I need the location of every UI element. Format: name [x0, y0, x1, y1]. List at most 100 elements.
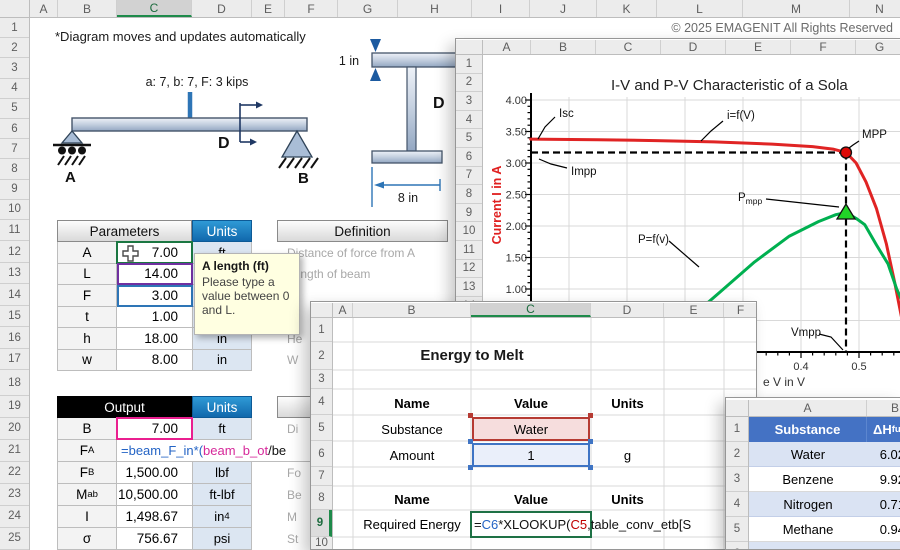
solar-column-headers[interactable]: ABCDEFG — [483, 40, 900, 55]
header-cell[interactable]: N — [850, 0, 900, 17]
header-cell[interactable]: 13 — [0, 263, 29, 285]
header-cell[interactable]: G — [338, 0, 398, 17]
header-cell[interactable]: 25 — [0, 528, 29, 550]
header-cell[interactable]: B — [58, 0, 117, 17]
amount-value-cell[interactable]: 1 — [472, 443, 590, 467]
header-cell[interactable]: 19 — [0, 396, 29, 418]
substance-row-headers[interactable]: 123456 — [726, 417, 749, 549]
solar-select-all-corner[interactable] — [456, 40, 483, 55]
header-cell[interactable]: 11 — [456, 241, 482, 260]
header-cell[interactable]: 9 — [311, 510, 332, 537]
substance-value[interactable]: 9.92 — [867, 467, 900, 492]
header-cell[interactable]: 6 — [726, 542, 748, 549]
header-cell[interactable]: F — [285, 0, 338, 17]
solar-row-headers[interactable]: 1234567891011121314 — [456, 55, 483, 317]
selection-handle[interactable] — [588, 413, 593, 418]
header-cell[interactable]: 8 — [456, 185, 482, 204]
header-cell[interactable]: 7 — [456, 167, 482, 186]
header-cell[interactable]: 4 — [0, 79, 29, 99]
header-cell[interactable]: M — [743, 0, 850, 17]
selection-handle[interactable] — [468, 439, 473, 444]
header-cell[interactable]: 24 — [0, 506, 29, 528]
energy-select-all-corner[interactable] — [311, 303, 333, 318]
header-cell[interactable]: 22 — [0, 462, 29, 484]
header-cell[interactable]: 5 — [726, 517, 748, 542]
header-cell[interactable]: 11 — [0, 220, 29, 242]
energy-column-headers[interactable]: ABCDEF — [333, 303, 756, 318]
header-cell[interactable]: 12 — [0, 241, 29, 263]
header-cell[interactable]: 1 — [0, 18, 29, 39]
beam-diagram[interactable]: a: 7, b: 7, F: 3 kips A B D 1 in D 8 in — [50, 35, 462, 215]
header-cell[interactable]: 3 — [0, 58, 29, 79]
header-cell[interactable]: 1 — [311, 318, 332, 342]
header-cell[interactable]: 2 — [0, 38, 29, 59]
header-cell[interactable]: 18 — [0, 370, 29, 396]
header-cell[interactable]: 2 — [311, 342, 332, 370]
header-cell[interactable]: 9 — [0, 180, 29, 200]
header-cell[interactable]: 6 — [456, 148, 482, 167]
header-cell[interactable]: 6 — [311, 441, 332, 467]
substance-value[interactable]: 0.71 — [867, 492, 900, 517]
header-cell[interactable]: A — [483, 40, 531, 54]
header-cell[interactable]: 4 — [311, 389, 332, 415]
header-cell[interactable]: G — [856, 40, 900, 54]
header-cell[interactable]: 7 — [311, 467, 332, 486]
header-cell[interactable]: 1 — [726, 417, 748, 442]
substance-value[interactable]: 6.02 — [867, 442, 900, 467]
header-cell[interactable]: 8 — [311, 486, 332, 510]
header-cell[interactable]: 6 — [0, 119, 29, 140]
header-cell[interactable]: 16 — [0, 327, 29, 349]
param-value-input[interactable]: 8.00 — [117, 349, 192, 371]
header-cell[interactable]: 5 — [311, 415, 332, 441]
header-cell[interactable]: 4 — [456, 111, 482, 130]
param-value-input[interactable]: 3.00 — [117, 285, 192, 307]
header-cell[interactable]: D — [192, 0, 252, 17]
header-cell[interactable]: 7 — [0, 139, 29, 160]
header-cell[interactable]: 5 — [456, 129, 482, 148]
substance-name[interactable]: Methane — [749, 517, 867, 542]
header-cell[interactable]: 3 — [456, 92, 482, 111]
header-cell[interactable]: 9 — [456, 204, 482, 223]
main-column-headers[interactable]: ABCDEFGHIJKLMN — [30, 0, 900, 18]
header-cell[interactable]: 10 — [0, 200, 29, 220]
header-cell[interactable]: 3 — [311, 370, 332, 389]
header-cell[interactable]: 4 — [726, 492, 748, 517]
header-cell[interactable]: 14 — [0, 284, 29, 306]
energy-row-headers[interactable]: 1 2 3 4 5 6 7 8 9 10 — [311, 318, 333, 549]
substance-workbook-window[interactable]: AB 123456 Substance ΔHfus Water 6.02 Ben… — [725, 397, 900, 550]
header-cell[interactable]: A — [30, 0, 58, 17]
header-cell[interactable]: C — [596, 40, 661, 54]
header-cell[interactable]: B — [867, 400, 900, 416]
header-cell[interactable]: E — [664, 303, 724, 317]
energy-workbook-window[interactable]: ABCDEF 1 2 3 4 5 6 7 8 9 10 Energy to Melt Name V… — [310, 301, 757, 550]
main-row-headers[interactable]: 1 2 3 4 5 6 7 8 9 10 11 12 13 14 15 16 17 18 19 20 21 22 23 24 2… — [0, 18, 30, 550]
header-cell[interactable]: D — [661, 40, 726, 54]
header-cell[interactable]: E — [252, 0, 285, 17]
output-formula[interactable]: =beam_F_in*(beam_b_ot/be — [117, 440, 310, 462]
header-cell[interactable]: B — [353, 303, 471, 317]
header-cell[interactable]: A — [749, 400, 867, 416]
substance-value[interactable]: 0.94 — [867, 517, 900, 542]
header-cell[interactable]: 5 — [0, 99, 29, 119]
header-cell[interactable]: 15 — [0, 306, 29, 328]
header-cell[interactable]: K — [597, 0, 657, 17]
substance-value-cell[interactable]: Water — [472, 417, 590, 441]
header-cell[interactable]: 10 — [456, 222, 482, 241]
header-cell[interactable]: C — [471, 303, 591, 317]
param-value-input[interactable]: 14.00 — [117, 263, 192, 285]
header-cell[interactable]: 2 — [456, 74, 482, 93]
header-cell[interactable]: H — [398, 0, 472, 17]
header-cell[interactable]: E — [726, 40, 791, 54]
header-cell[interactable]: 10 — [311, 537, 332, 549]
header-cell[interactable]: 2 — [726, 442, 748, 467]
substance-name[interactable]: Water — [749, 442, 867, 467]
param-value-input[interactable]: 18.00 — [117, 328, 192, 350]
header-cell[interactable]: C — [117, 0, 192, 17]
header-cell[interactable]: 8 — [0, 159, 29, 180]
header-cell[interactable]: A — [333, 303, 353, 317]
param-value-input[interactable]: 1.00 — [117, 306, 192, 328]
header-cell[interactable]: 13 — [456, 278, 482, 297]
header-cell[interactable]: 21 — [0, 440, 29, 462]
energy-formula-input[interactable]: = C6 *XLOOKUP(C5 ,table_conv_etb[S — [474, 511, 754, 538]
substance-name[interactable]: Ethanol — [749, 542, 867, 549]
